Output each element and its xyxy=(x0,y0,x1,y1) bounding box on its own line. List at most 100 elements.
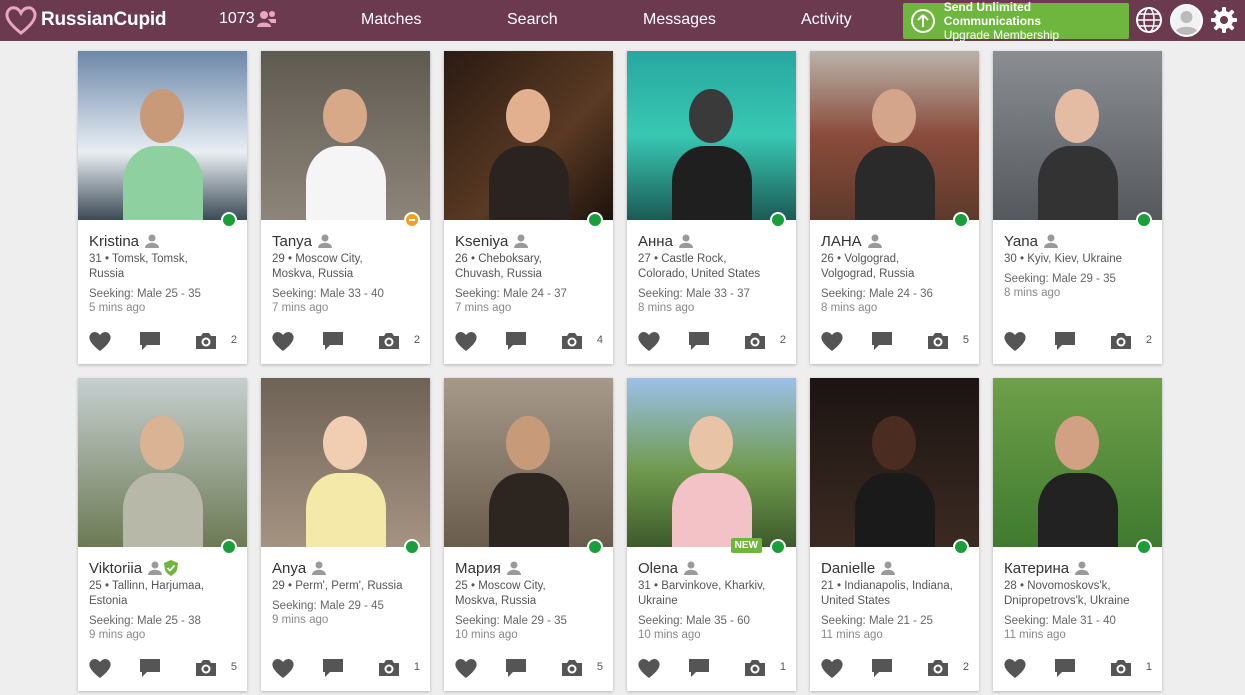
profile-location-line2: Dnipropetrovs'k, Ukraine xyxy=(1004,595,1130,607)
photo-count: 2 xyxy=(1145,334,1152,346)
profile-card[interactable]: ЛАНА 26 • Volgograd, Volgograd, Russia S… xyxy=(810,51,979,364)
like-heart-icon[interactable] xyxy=(637,657,661,679)
camera-icon[interactable] xyxy=(927,331,949,351)
camera-icon[interactable] xyxy=(1110,658,1132,678)
profile-card[interactable]: Катерина 28 • Novomoskovs'k, Dnipropetro… xyxy=(993,378,1162,691)
like-heart-icon[interactable] xyxy=(637,330,661,352)
user-avatar[interactable] xyxy=(1170,4,1203,37)
chat-icon[interactable] xyxy=(138,658,162,678)
profile-photo[interactable] xyxy=(261,51,430,220)
photo-count: 2 xyxy=(962,661,969,673)
upgrade-membership-button[interactable]: Send Unlimited Communications Upgrade Me… xyxy=(903,0,1129,42)
like-heart-icon[interactable] xyxy=(88,330,112,352)
profile-card[interactable]: Yana 30 • Kyiv, Kiev, Ukraine Seeking: M… xyxy=(993,51,1162,364)
camera-icon[interactable] xyxy=(561,658,583,678)
chat-icon[interactable] xyxy=(687,658,711,678)
profile-card[interactable]: Anya 29 • Perm', Perm', Russia Seeking: … xyxy=(261,378,430,691)
profile-photo[interactable] xyxy=(993,51,1162,220)
gear-icon[interactable] xyxy=(1210,6,1238,34)
profile-card[interactable]: Kristina 31 • Tomsk, Tomsk, Russia Seeki… xyxy=(78,51,247,364)
camera-icon[interactable] xyxy=(1110,331,1132,351)
profile-name[interactable]: Yana xyxy=(1004,233,1038,250)
person-icon xyxy=(1043,234,1058,248)
upgrade-subtitle: Upgrade Membership xyxy=(943,28,1060,42)
profile-photo[interactable] xyxy=(810,378,979,547)
profile-name[interactable]: Viktoriia xyxy=(89,560,142,577)
profile-name[interactable]: Катерина xyxy=(1004,560,1069,577)
profile-photo[interactable] xyxy=(78,51,247,220)
like-heart-icon[interactable] xyxy=(454,330,478,352)
profile-photo[interactable] xyxy=(444,51,613,220)
top-navigation-bar: RussianCupid 1073 Matches Search Message… xyxy=(0,0,1245,42)
person-icon xyxy=(678,234,693,248)
profile-photo[interactable] xyxy=(627,378,796,547)
profile-name[interactable]: Kseniya xyxy=(455,233,508,250)
profile-photo[interactable] xyxy=(444,378,613,547)
like-heart-icon[interactable] xyxy=(88,657,112,679)
like-heart-icon[interactable] xyxy=(1003,330,1027,352)
chat-icon[interactable] xyxy=(870,658,894,678)
match-counter[interactable]: 1073 xyxy=(219,10,277,28)
camera-icon[interactable] xyxy=(927,658,949,678)
camera-icon[interactable] xyxy=(378,658,400,678)
chat-icon[interactable] xyxy=(321,658,345,678)
chat-icon[interactable] xyxy=(504,658,528,678)
site-logo[interactable]: RussianCupid xyxy=(4,5,167,35)
camera-icon[interactable] xyxy=(378,331,400,351)
camera-icon[interactable] xyxy=(744,658,766,678)
profile-card[interactable]: Анна 27 • Castle Rock, Colorado, United … xyxy=(627,51,796,364)
profile-seeking: Seeking: Male 24 - 37 xyxy=(455,288,567,300)
profile-last-active: 10 mins ago xyxy=(638,629,701,641)
camera-icon[interactable] xyxy=(195,658,217,678)
profile-photo[interactable] xyxy=(810,51,979,220)
nav-activity[interactable]: Activity xyxy=(801,11,852,29)
person-icon xyxy=(312,561,327,575)
person-icon xyxy=(514,234,529,248)
profile-name[interactable]: Tanya xyxy=(272,233,312,250)
profile-card[interactable]: Мария 25 • Moscow City, Moskva, Russia S… xyxy=(444,378,613,691)
profile-card[interactable]: Viktoriia 25 • Tallinn, Harjumaa, Estoni… xyxy=(78,378,247,691)
profile-seeking: Seeking: Male 25 - 38 xyxy=(89,615,201,627)
profile-photo[interactable] xyxy=(627,51,796,220)
camera-icon[interactable] xyxy=(195,331,217,351)
profile-photo[interactable] xyxy=(78,378,247,547)
like-heart-icon[interactable] xyxy=(820,330,844,352)
profile-photo[interactable] xyxy=(993,378,1162,547)
camera-icon[interactable] xyxy=(744,331,766,351)
profile-seeking: Seeking: Male 33 - 37 xyxy=(638,288,750,300)
like-heart-icon[interactable] xyxy=(271,330,295,352)
profile-name[interactable]: Olena xyxy=(638,560,678,577)
profile-card[interactable]: Tanya 29 • Moscow City, Moskva, Russia S… xyxy=(261,51,430,364)
chat-icon[interactable] xyxy=(138,331,162,351)
profile-name[interactable]: Анна xyxy=(638,233,673,250)
like-heart-icon[interactable] xyxy=(454,657,478,679)
profile-name[interactable]: Anya xyxy=(272,560,306,577)
nav-matches[interactable]: Matches xyxy=(361,11,421,29)
like-heart-icon[interactable] xyxy=(820,657,844,679)
chat-icon[interactable] xyxy=(870,331,894,351)
counter-value: 1073 xyxy=(219,10,255,27)
online-status-dot xyxy=(953,212,969,228)
profile-card[interactable]: Danielle 21 • Indianapolis, Indiana, Uni… xyxy=(810,378,979,691)
profile-name[interactable]: Danielle xyxy=(821,560,875,577)
chat-icon[interactable] xyxy=(1053,331,1077,351)
nav-messages[interactable]: Messages xyxy=(643,11,716,29)
profile-name[interactable]: Мария xyxy=(455,560,501,577)
profile-name[interactable]: Kristina xyxy=(89,233,139,250)
profile-name[interactable]: ЛАНА xyxy=(821,233,862,250)
photo-count: 5 xyxy=(962,334,969,346)
chat-icon[interactable] xyxy=(504,331,528,351)
nav-search[interactable]: Search xyxy=(507,11,558,29)
like-heart-icon[interactable] xyxy=(1003,657,1027,679)
chat-icon[interactable] xyxy=(321,331,345,351)
profile-photo[interactable] xyxy=(261,378,430,547)
like-heart-icon[interactable] xyxy=(271,657,295,679)
profile-card[interactable]: Kseniya 26 • Cheboksary, Chuvash, Russia… xyxy=(444,51,613,364)
chat-icon[interactable] xyxy=(687,331,711,351)
profile-card[interactable]: NEW Olena 31 • Barvinkove, Kharkiv, Ukra… xyxy=(627,378,796,691)
profile-location-line2: Russia xyxy=(89,268,125,280)
globe-icon[interactable] xyxy=(1135,6,1163,34)
camera-icon[interactable] xyxy=(561,331,583,351)
profile-last-active: 10 mins ago xyxy=(455,629,518,641)
chat-icon[interactable] xyxy=(1053,658,1077,678)
